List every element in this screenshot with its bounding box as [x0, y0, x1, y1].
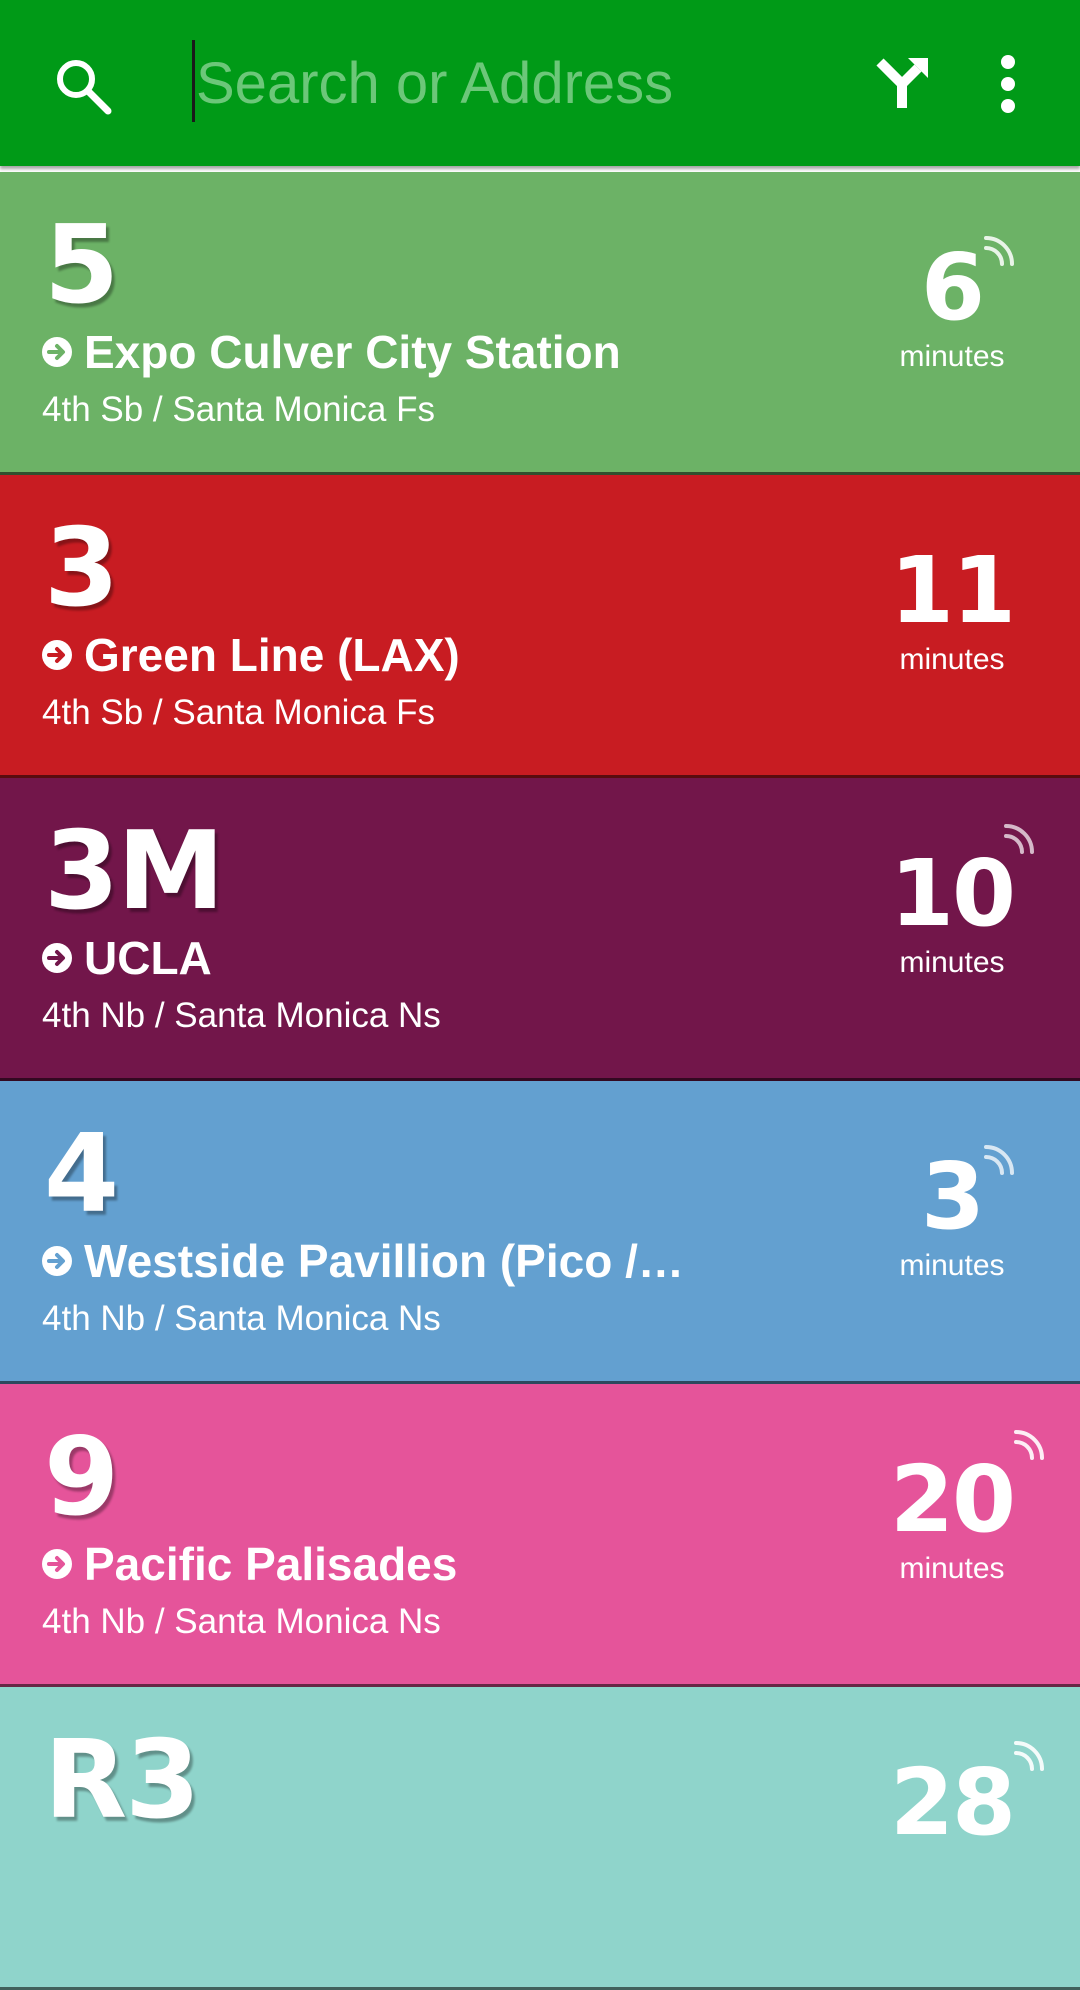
destination-label: Westside Pavillion (Pico /…	[84, 1235, 684, 1287]
eta-minutes: 10	[889, 840, 1016, 947]
directions-icon[interactable]	[872, 52, 932, 112]
search-icon[interactable]	[52, 55, 118, 121]
eta: 11 minutes	[880, 545, 1024, 677]
realtime-signal-icon	[1004, 824, 1034, 854]
stop-name: 4th Nb / Santa Monica Ns	[42, 1602, 441, 1641]
search-input[interactable]	[196, 38, 846, 128]
destination: Green Line (LAX)	[42, 627, 460, 683]
stop-name: 4th Nb / Santa Monica Ns	[42, 996, 441, 1035]
eta-minutes: 11	[889, 537, 1016, 644]
realtime-signal-icon	[984, 1145, 1014, 1175]
destination: UCLA	[42, 930, 212, 986]
text-cursor	[192, 40, 195, 122]
stop-name: 4th Sb / Santa Monica Fs	[42, 693, 435, 732]
arrow-circle-right-icon	[42, 1549, 72, 1579]
more-vert-icon[interactable]	[984, 52, 1032, 116]
arrival-row[interactable]: 9 Pacific Palisades 4th Nb / Santa Monic…	[0, 1384, 1080, 1687]
arrow-circle-right-icon	[42, 337, 72, 367]
route-number: 5	[44, 203, 119, 328]
eta-unit: minutes	[899, 1249, 1005, 1282]
arrival-row[interactable]: 4 Westside Pavillion (Pico /… 4th Nb / S…	[0, 1081, 1080, 1384]
destination-label: Expo Culver City Station	[84, 326, 621, 378]
route-number: 4	[44, 1112, 119, 1237]
destination-label: Pacific Palisades	[84, 1538, 458, 1590]
arrival-row[interactable]: 5 Expo Culver City Station 4th Sb / Sant…	[0, 172, 1080, 475]
eta-unit: minutes	[899, 946, 1005, 979]
eta-unit: minutes	[899, 340, 1005, 373]
route-number: R3	[44, 1718, 200, 1843]
route-number: 9	[44, 1415, 119, 1540]
eta: 28	[880, 1757, 1024, 1849]
destination: Pacific Palisades	[42, 1536, 457, 1592]
arrow-circle-right-icon	[42, 943, 72, 973]
arrow-circle-right-icon	[42, 640, 72, 670]
arrival-row[interactable]: R3 28	[0, 1687, 1080, 1990]
destination-label: Green Line (LAX)	[84, 629, 460, 681]
destination: Westside Pavillion (Pico /…	[42, 1233, 684, 1289]
destination-label: UCLA	[84, 932, 212, 984]
stop-name: 4th Nb / Santa Monica Ns	[42, 1299, 441, 1338]
eta-unit: minutes	[899, 1552, 1005, 1585]
realtime-signal-icon	[1014, 1741, 1044, 1771]
route-number: 3	[44, 506, 119, 631]
arrival-row[interactable]: 3M UCLA 4th Nb / Santa Monica Ns 10 minu…	[0, 778, 1080, 1081]
arrival-row[interactable]: 3 Green Line (LAX) 4th Sb / Santa Monica…	[0, 475, 1080, 778]
destination: Expo Culver City Station	[42, 324, 621, 380]
eta-minutes: 28	[889, 1749, 1016, 1856]
eta: 20 minutes	[880, 1454, 1024, 1586]
eta-unit: minutes	[899, 643, 1005, 676]
realtime-signal-icon	[984, 236, 1014, 266]
eta-minutes: 20	[889, 1446, 1016, 1553]
route-number: 3M	[44, 809, 225, 934]
eta: 10 minutes	[880, 848, 1024, 980]
realtime-signal-icon	[1014, 1430, 1044, 1460]
stop-name: 4th Sb / Santa Monica Fs	[42, 390, 435, 429]
search-toolbar	[0, 0, 1080, 166]
arrivals-list: 5 Expo Culver City Station 4th Sb / Sant…	[0, 172, 1080, 1990]
arrow-circle-right-icon	[42, 1246, 72, 1276]
